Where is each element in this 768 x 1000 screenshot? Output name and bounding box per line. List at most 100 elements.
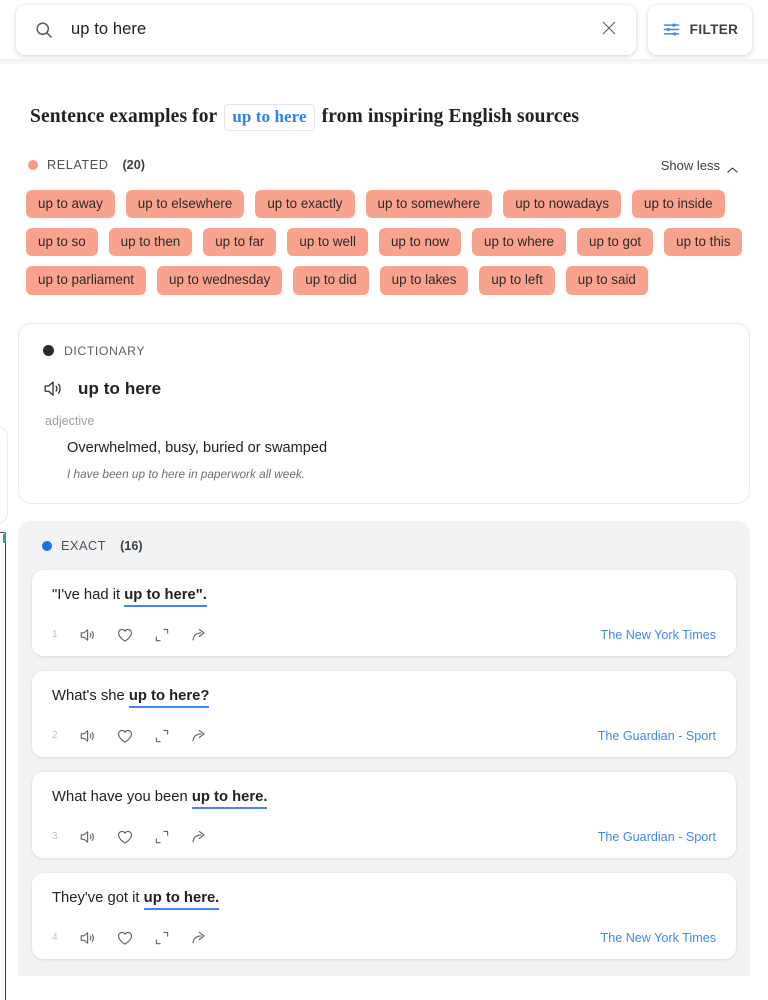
dictionary-card: DICTIONARY up to here adjective Overwhel… bbox=[18, 322, 750, 504]
related-tag[interactable]: up to where bbox=[472, 227, 567, 257]
heart-icon[interactable] bbox=[116, 626, 134, 644]
result-card: "I've had it up to here". 1 The New York T… bbox=[32, 569, 736, 656]
dictionary-example: I have been up to here in paperwork all … bbox=[67, 466, 306, 481]
sentence-highlight: up to here. bbox=[191, 788, 268, 809]
related-tag[interactable]: up to exactly bbox=[255, 189, 355, 218]
show-less-button[interactable]: Show less bbox=[661, 158, 738, 173]
related-tag-list: up to away up to elsewhere up to exactly up… bbox=[26, 189, 748, 295]
related-tag[interactable]: up to then bbox=[108, 227, 193, 257]
related-tag[interactable]: up to lakes bbox=[379, 266, 469, 295]
result-actions: 1 bbox=[52, 626, 208, 644]
heart-icon[interactable] bbox=[116, 828, 134, 846]
results-page: Sentence examples for up to here from in… bbox=[0, 104, 768, 1000]
result-index: 3 bbox=[52, 831, 58, 843]
related-tag[interactable]: up to somewhere bbox=[365, 189, 493, 218]
clear-search-button[interactable] bbox=[596, 17, 622, 43]
speaker-icon[interactable] bbox=[79, 828, 97, 846]
page-title-suffix: from inspiring English sources bbox=[321, 106, 580, 128]
result-footer: 1 The New York Times bbox=[52, 626, 716, 644]
sentence-prefix: What's she bbox=[52, 687, 129, 704]
related-tag[interactable]: up to left bbox=[479, 266, 555, 295]
related-header: RELATED (20) Show less bbox=[28, 158, 738, 173]
share-icon[interactable] bbox=[190, 727, 208, 745]
sentence-prefix: They've got it bbox=[52, 889, 144, 906]
chevron-up-icon bbox=[727, 162, 738, 173]
exact-dot-icon bbox=[42, 540, 52, 551]
dictionary-term: up to here bbox=[78, 378, 162, 398]
sentence-highlight: up to here. bbox=[143, 889, 220, 910]
dictionary-definition: Overwhelmed, busy, buried or swamped bbox=[67, 439, 328, 456]
dictionary-term-row: up to here bbox=[43, 379, 725, 399]
result-sentence: What's she up to here? bbox=[52, 687, 716, 708]
sliders-icon bbox=[662, 20, 681, 39]
expand-icon[interactable] bbox=[153, 929, 171, 947]
related-tag[interactable]: up to well bbox=[287, 227, 368, 257]
result-source-link[interactable]: The Guardian - Sport bbox=[598, 729, 716, 743]
search-input[interactable] bbox=[54, 20, 596, 39]
expand-icon[interactable] bbox=[153, 828, 171, 846]
filter-button[interactable]: FILTER bbox=[648, 4, 752, 55]
related-dot-icon bbox=[28, 160, 38, 171]
share-icon[interactable] bbox=[190, 929, 208, 947]
related-tag[interactable]: up to parliament bbox=[26, 266, 147, 295]
related-tag[interactable]: up to inside bbox=[632, 189, 725, 218]
related-tag[interactable]: up to this bbox=[664, 227, 743, 257]
exact-label: EXACT bbox=[61, 538, 107, 553]
toolbar-shadow bbox=[0, 59, 768, 66]
related-tag[interactable]: up to did bbox=[293, 266, 369, 295]
related-tag[interactable]: up to now bbox=[378, 227, 462, 257]
filter-label: FILTER bbox=[689, 22, 739, 37]
exact-section: EXACT (16) "I've had it up to here". 1 The… bbox=[18, 520, 750, 976]
related-tag[interactable]: up to elsewhere bbox=[125, 189, 245, 218]
search-icon bbox=[34, 20, 54, 40]
speaker-icon[interactable] bbox=[79, 626, 97, 644]
expand-icon[interactable] bbox=[153, 626, 171, 644]
sentence-prefix: "I've had it bbox=[52, 586, 125, 603]
result-card: What's she up to here? 2 The Guardian - Sp… bbox=[32, 670, 736, 757]
related-tag[interactable]: up to far bbox=[203, 227, 277, 257]
result-sentence: What have you been up to here. bbox=[52, 788, 716, 809]
related-section-title: RELATED (20) bbox=[28, 158, 145, 172]
dictionary-header: DICTIONARY bbox=[43, 344, 725, 358]
result-footer: 4 The New York Times bbox=[52, 929, 716, 947]
related-tag[interactable]: up to nowadays bbox=[503, 189, 622, 218]
speaker-icon[interactable] bbox=[79, 727, 97, 745]
heart-icon[interactable] bbox=[116, 727, 134, 745]
result-sentence: "I've had it up to here". bbox=[52, 586, 716, 607]
related-tag[interactable]: up to said bbox=[565, 266, 648, 295]
result-source-link[interactable]: The New York Times bbox=[601, 931, 717, 945]
search-toolbar: FILTER bbox=[0, 0, 768, 59]
page-title-prefix: Sentence examples for bbox=[30, 106, 218, 128]
result-card: What have you been up to here. 3 The Guard… bbox=[32, 771, 736, 858]
search-box[interactable] bbox=[16, 4, 636, 55]
result-source-link[interactable]: The Guardian - Sport bbox=[598, 830, 716, 844]
result-index: 2 bbox=[52, 730, 58, 742]
page-title: Sentence examples for up to here from in… bbox=[30, 104, 768, 131]
offscreen-accent-fragment bbox=[3, 534, 6, 543]
related-label: RELATED bbox=[47, 158, 109, 173]
result-actions: 2 bbox=[52, 727, 208, 745]
result-sentence: They've got it up to here. bbox=[52, 889, 716, 910]
result-source-link[interactable]: The New York Times bbox=[601, 628, 717, 642]
share-icon[interactable] bbox=[190, 626, 208, 644]
offscreen-panel-fragment bbox=[0, 426, 8, 524]
sentence-highlight: up to here? bbox=[128, 687, 210, 708]
exact-results-list: "I've had it up to here". 1 The New York T… bbox=[32, 569, 736, 959]
heart-icon[interactable] bbox=[116, 929, 134, 947]
expand-icon[interactable] bbox=[153, 727, 171, 745]
result-index: 1 bbox=[52, 629, 58, 641]
result-actions: 4 bbox=[52, 929, 208, 947]
related-tag[interactable]: up to away bbox=[26, 189, 115, 218]
dictionary-dot-icon bbox=[43, 345, 54, 357]
share-icon[interactable] bbox=[190, 828, 208, 846]
dictionary-label: DICTIONARY bbox=[64, 343, 146, 358]
related-tag[interactable]: up to wednesday bbox=[157, 266, 283, 295]
speaker-icon[interactable] bbox=[43, 379, 64, 398]
related-count: (20) bbox=[122, 158, 145, 173]
related-tag[interactable]: up to so bbox=[26, 227, 98, 257]
result-card: They've got it up to here. 4 The New York … bbox=[32, 872, 736, 959]
sentence-highlight: up to here". bbox=[124, 586, 207, 607]
speaker-icon[interactable] bbox=[79, 929, 97, 947]
related-tag[interactable]: up to got bbox=[577, 227, 654, 257]
result-footer: 2 The Guardian - Sport bbox=[52, 727, 716, 745]
